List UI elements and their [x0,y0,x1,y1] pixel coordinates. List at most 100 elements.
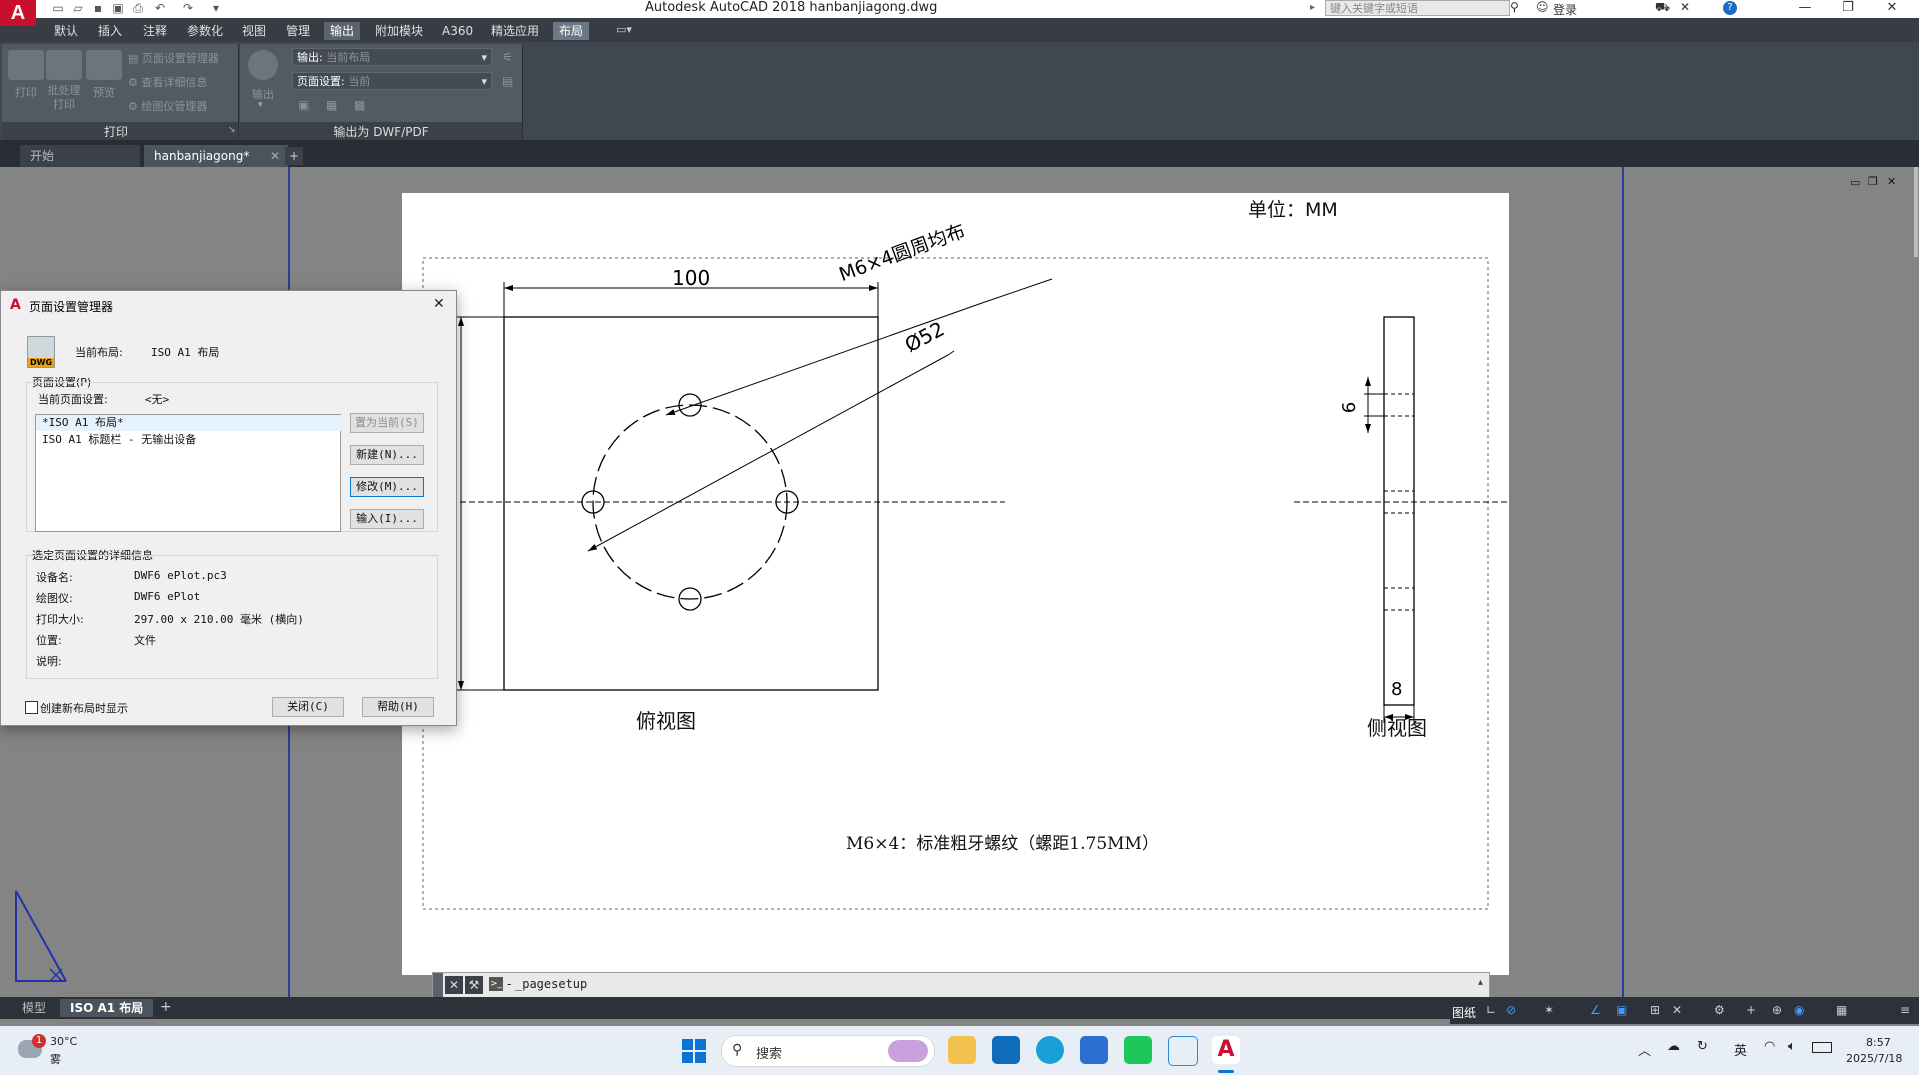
clean-screen-icon[interactable]: ▦ [1836,1003,1847,1017]
workspace-icon[interactable]: ⚙ [1714,1003,1725,1017]
doc-tab-hanbanjiagong[interactable]: hanbanjiagong* ✕ [144,145,288,167]
undo-icon[interactable]: ↶ [152,1,168,17]
tab-view[interactable]: 视图 [236,22,272,40]
close-window-button[interactable]: ✕ [1872,0,1912,18]
command-line[interactable]: ✕ ⚒ >_ - _pagesetup ▴ [432,972,1490,998]
plus-icon[interactable]: + [1746,1003,1756,1017]
cart-icon[interactable]: ⛟ [1655,0,1670,16]
wifi-icon[interactable]: ◠ [1764,1039,1775,1054]
user-icon[interactable]: ☺ [1536,0,1549,14]
weather-temp[interactable]: 30°C [50,1035,77,1048]
page-setup-list[interactable]: *ISO A1 布局* ISO A1 标题栏 - 无输出设备 [35,414,344,532]
command-history-icon[interactable]: ▴ [1478,977,1483,988]
modify-button[interactable]: 修改(M)... [350,477,424,497]
open-file-icon[interactable]: ▱ [70,1,86,17]
hardware-accel-icon[interactable]: ◉ [1794,1003,1804,1017]
viewport-close-icon[interactable]: ✕ [1887,175,1896,188]
scale-icon[interactable]: ✕ [1672,1003,1682,1017]
show-on-new-layout-checkbox[interactable] [25,701,38,714]
viewport-restore-icon[interactable]: ❐ [1868,175,1878,188]
tab-layout[interactable]: 布局 [553,22,590,40]
export-button[interactable]: 输出 [244,86,282,102]
binoculars-icon[interactable]: ⚲ [1510,0,1519,14]
close-button[interactable]: 关闭(C) [272,697,344,717]
export-select[interactable]: 输出: 当前布局 ▾ [292,48,492,66]
battery-icon[interactable] [1812,1042,1832,1053]
ime-indicator[interactable]: 英 [1734,1040,1747,1059]
plotter-manager-button[interactable]: ⚙ 绘图仪管理器 [128,98,207,114]
tab-featured-apps[interactable]: 精选应用 [485,22,545,40]
save-icon[interactable]: ▪ [90,1,106,17]
store-icon[interactable] [1080,1036,1108,1064]
tab-annotate[interactable]: 注释 [137,22,173,40]
new-tab-button[interactable]: + [285,147,303,165]
save-as-icon[interactable]: ▣ [110,1,126,17]
new-file-icon[interactable]: ▭ [50,1,66,17]
ortho-icon[interactable]: ⊘ [1506,1003,1516,1017]
layout-tab-model[interactable]: 模型 [12,999,56,1017]
volume-icon[interactable]: 🔈︎ [1788,1039,1796,1054]
tab-a360[interactable]: A360 [436,22,479,40]
start-icon[interactable] [682,1039,706,1063]
minimize-button[interactable]: — [1785,0,1825,18]
help-icon[interactable]: ? [1723,1,1737,15]
add-layout-button[interactable]: + [160,999,172,1015]
osnap-icon[interactable]: ∠ [1590,1003,1601,1017]
new-button[interactable]: 新建(N)... [350,445,424,465]
clock-date[interactable]: 2025/7/18 [1846,1052,1902,1065]
set-current-button[interactable]: 置为当前(S) [350,413,424,433]
tab-insert[interactable]: 插入 [92,22,128,40]
exchange-icon[interactable]: ✕ [1680,0,1690,14]
menu-icon[interactable]: ≡ [1900,1003,1910,1017]
annotation-icon[interactable]: ⊞ [1650,1003,1660,1017]
list-item[interactable]: *ISO A1 布局* [36,415,344,431]
file-explorer-icon[interactable] [948,1036,976,1064]
export-big-icon[interactable] [248,50,278,80]
plot-icon[interactable]: ⎙ [130,1,146,17]
preview-big-icon[interactable] [86,50,122,80]
tab-manage[interactable]: 管理 [280,22,316,40]
help-button[interactable]: 帮助(H) [362,697,434,717]
search-input[interactable]: 键入关键字或短语 [1325,0,1510,16]
sync-icon[interactable]: ↻ [1697,1039,1708,1054]
tab-parametric[interactable]: 参数化 [181,22,229,40]
onedrive-icon[interactable]: ☁ [1667,1039,1680,1054]
command-grip-icon[interactable] [433,973,443,997]
plot-button[interactable]: 打印 [8,84,44,100]
weather-desc[interactable]: 雾 [50,1051,61,1067]
clock-time[interactable]: 8:57 [1866,1036,1891,1049]
taskbar-search[interactable]: ⚲ 搜索 [721,1035,935,1067]
export-small-icon-1[interactable]: ▣ [298,98,309,112]
list-item[interactable]: ISO A1 标题栏 - 无输出设备 [36,432,344,448]
ribbon-minimize-icon[interactable]: ▭▾ [616,23,632,36]
page-setup-manager-button[interactable]: ▤ 页面设置管理器 [128,50,219,66]
close-icon[interactable]: ✕ [270,145,280,167]
isolate-icon[interactable]: ⊕ [1772,1003,1782,1017]
quick-access-dropdown-icon[interactable]: ▾ [208,1,224,17]
chevron-up-icon[interactable]: ︿ [1638,1040,1651,1059]
outlook-icon[interactable] [992,1036,1020,1064]
layout-tab-iso-a1[interactable]: ISO A1 布局 [60,999,154,1017]
restore-button[interactable]: ❐ [1828,0,1868,18]
app-icon[interactable] [1168,1036,1198,1066]
redo-icon[interactable]: ↷ [180,1,196,17]
scrollbar-vertical[interactable] [1914,167,1918,257]
export-small-icon-3[interactable]: ▩ [354,98,365,112]
search-toggle-icon[interactable]: ▸ [1310,2,1315,13]
lineweight-icon[interactable]: ▣ [1616,1003,1627,1017]
panel-launcher-icon[interactable]: ↘ [228,125,236,135]
snap-icon[interactable]: ∟ [1486,1003,1496,1017]
show-on-new-layout-label[interactable]: 创建新布局时显示 [40,700,128,716]
wechat-icon[interactable] [1124,1036,1152,1064]
import-button[interactable]: 输入(I)... [350,509,424,529]
batch-plot-big-icon[interactable] [46,50,82,80]
export-dropdown-icon[interactable]: ▾ [258,100,263,110]
dialog-close-button[interactable]: ✕ [433,296,445,312]
edge-icon[interactable] [1036,1036,1064,1064]
plot-big-icon[interactable] [8,50,44,80]
command-close-icon[interactable]: ✕ [445,976,463,994]
batch-plot-button[interactable]: 批处理 打印 [44,84,84,112]
login-link[interactable]: 登录 [1553,1,1577,18]
doc-tab-start[interactable]: 开始 [20,145,140,167]
page-setup-select[interactable]: 页面设置: 当前 ▾ [292,72,492,90]
